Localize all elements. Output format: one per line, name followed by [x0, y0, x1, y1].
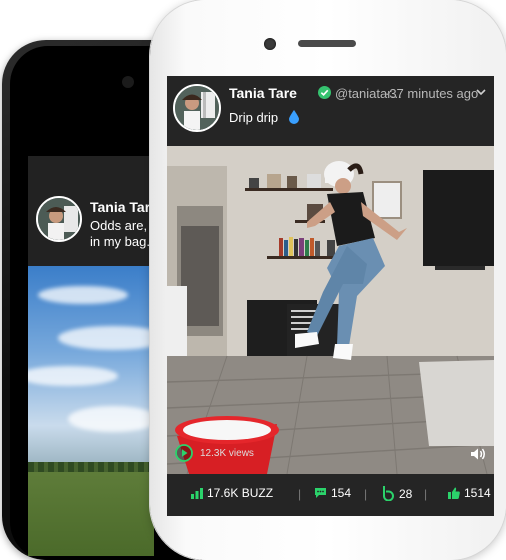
post-text: Odds are, in my bag... — [90, 218, 154, 249]
engagement-bar: 17.6K BUZZ | 154 | 28 | 1514 — [167, 474, 494, 516]
view-count: 12.3K views — [200, 448, 254, 459]
buzz-count: 17.6K BUZZ — [207, 486, 274, 500]
rebuzz-count: 28 — [399, 486, 413, 501]
avatar[interactable] — [173, 84, 221, 132]
rebuzz-stat[interactable]: 28 — [382, 486, 412, 501]
back-phone-screen: Tania Tare Odds are, in my bag... — [28, 156, 154, 556]
avatar-photo — [38, 198, 80, 240]
post-caption: Drip drip — [229, 110, 279, 125]
thumbs-up-icon — [448, 487, 460, 499]
divider: | — [424, 487, 428, 501]
speaker-icon[interactable] — [469, 445, 487, 463]
post-photo[interactable] — [28, 266, 154, 556]
post-timestamp: ·37 minutes ago — [385, 86, 479, 101]
play-icon[interactable] — [175, 444, 193, 462]
buzz-stat[interactable]: 17.6K BUZZ — [191, 486, 273, 500]
comment-icon — [315, 488, 326, 498]
video-player[interactable]: 12.3K views — [167, 146, 494, 474]
video-frame — [167, 146, 494, 474]
author-name[interactable]: Tania Tare — [90, 199, 154, 215]
avatar[interactable] — [36, 196, 82, 242]
divider: | — [364, 487, 368, 501]
chevron-down-icon[interactable] — [476, 87, 486, 97]
bar-chart-icon — [191, 487, 203, 499]
comment-count: 154 — [331, 486, 352, 500]
rebuzz-icon — [383, 486, 394, 501]
front-phone: Tania Tare @taniatar... ·37 minutes ago … — [150, 0, 506, 560]
comments-stat[interactable]: 154 — [314, 486, 351, 500]
back-phone-camera — [122, 76, 134, 88]
verified-check-icon — [318, 86, 331, 99]
earpiece-speaker — [298, 40, 356, 47]
front-camera — [264, 38, 276, 50]
divider: | — [298, 487, 302, 501]
likes-stat[interactable]: 1514 — [448, 486, 491, 500]
droplet-icon — [289, 110, 299, 124]
author-name[interactable]: Tania Tare — [229, 85, 297, 101]
post-card: Tania Tare @taniatar... ·37 minutes ago … — [167, 76, 494, 516]
avatar-photo — [175, 86, 219, 130]
like-count: 1514 — [464, 486, 491, 500]
